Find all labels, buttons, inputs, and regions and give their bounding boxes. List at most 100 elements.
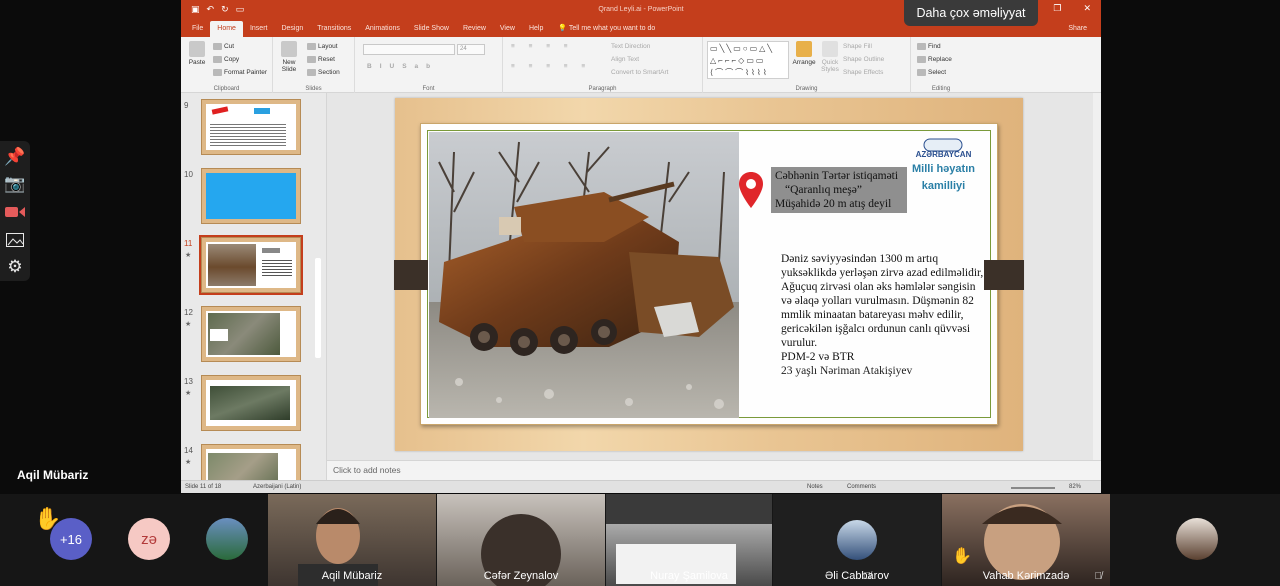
participant-tile[interactable]: Nuray Şamilova: [606, 494, 772, 586]
replace-button[interactable]: Replace: [917, 56, 952, 63]
thumbnail-card: [206, 104, 296, 150]
share-button[interactable]: Share: [1068, 21, 1101, 37]
destroyed-vehicle-photo[interactable]: [429, 132, 739, 418]
format-painter-button[interactable]: Format Painter: [213, 69, 267, 76]
thumbnail-slide-9[interactable]: 9: [181, 95, 321, 157]
select-button[interactable]: Select: [917, 69, 946, 76]
thumbnail-slide-13[interactable]: 13 ★: [181, 371, 321, 433]
clipboard-group-label: Clipboard: [213, 86, 240, 92]
arrange-label: Arrange: [792, 59, 816, 66]
shape-effects-button[interactable]: Shape Effects: [843, 69, 883, 76]
tab-slide-show[interactable]: Slide Show: [407, 21, 456, 37]
tab-home[interactable]: Home: [210, 21, 243, 37]
new-slide-button[interactable]: New Slide: [277, 41, 301, 73]
participant-tile[interactable]: ✋ Vahab Kərimzadə 🎙̸: [942, 494, 1110, 586]
mic-off-icon: 🎙̸: [1094, 571, 1103, 582]
tab-view[interactable]: View: [493, 21, 522, 37]
notes-pane[interactable]: Click to add notes: [327, 460, 1101, 480]
font-group: 24 BIUSab Font: [355, 37, 503, 93]
tell-me-label: Tell me what you want to do: [568, 25, 656, 32]
cut-button[interactable]: Cut: [213, 43, 234, 50]
shape-outline-button[interactable]: Shape Outline: [843, 56, 884, 63]
logo-line-2: kamilliyi: [921, 180, 966, 192]
tab-insert[interactable]: Insert: [243, 21, 275, 37]
current-slide[interactable]: Cəbhənin Tərtər istiqaməti “Qaranlıq meş…: [394, 98, 1024, 451]
video-icon[interactable]: [2, 198, 28, 226]
thumbnail-map: [210, 386, 290, 420]
gear-icon[interactable]: ⚙: [2, 253, 28, 281]
quick-styles-icon: [822, 41, 838, 57]
camera-icon[interactable]: 📷: [2, 171, 28, 199]
close-icon[interactable]: ✕: [1083, 3, 1091, 14]
drawing-group-label: Drawing: [795, 86, 818, 92]
thumbnail-map: [208, 453, 278, 480]
font-name-box[interactable]: [363, 44, 455, 55]
window-controls: ❐ ✕: [1053, 3, 1091, 14]
gallery-icon[interactable]: [2, 226, 28, 254]
reset-button[interactable]: Reset: [307, 56, 335, 63]
powerpoint-window: ▣ ↶ ↻ ▭ Qrand Leyli.ai - PowerPoint ❐ ✕ …: [181, 0, 1101, 493]
slide-vertical-scrollbar[interactable]: [1093, 93, 1101, 461]
thumbnail-slide-14[interactable]: 14 ★: [181, 440, 321, 480]
section-label: Section: [318, 69, 340, 77]
text-direction-button[interactable]: Text Direction: [611, 43, 650, 50]
participant-tile[interactable]: Əli Cabbarov 🎙̸: [773, 494, 941, 586]
thumbnail-label-box: [210, 329, 228, 341]
language-indicator[interactable]: Azerbaijani (Latin): [253, 484, 301, 490]
tab-help[interactable]: Help: [522, 21, 550, 37]
avatar[interactable]: zə: [128, 518, 170, 560]
thumbnail-slide-11[interactable]: 11 ★: [181, 233, 321, 295]
meeting-stage: 📌 📷 ⚙ Aqil Mübariz ▣ ↶ ↻ ▭ Qrand Leyli.a…: [0, 0, 1280, 586]
restore-icon[interactable]: ❐: [1053, 3, 1061, 14]
list-buttons[interactable]: ≡ ≡ ≡ ≡: [511, 43, 574, 50]
thumbnail-slide-12[interactable]: 12 ★: [181, 302, 321, 364]
tab-animations[interactable]: Animations: [358, 21, 407, 37]
arrange-button[interactable]: Arrange: [791, 41, 817, 66]
slide-counter: Slide 11 of 18: [185, 484, 222, 490]
zoom-slider[interactable]: [1011, 487, 1055, 489]
shapes-gallery[interactable]: ▭╲╲▭○▭△╲ △⌐⌐⌐◇▭▭ ⟨⌒⌒⌒⌇⌇⌇⌇: [707, 41, 789, 79]
zoom-level[interactable]: 82%: [1069, 484, 1081, 490]
layout-icon: [307, 43, 316, 50]
align-buttons[interactable]: ≡ ≡ ≡ ≡ ≡: [511, 63, 591, 70]
find-button[interactable]: Find: [917, 43, 941, 50]
logo-emblem-icon: [923, 138, 963, 152]
pin-icon[interactable]: 📌: [2, 143, 28, 171]
body-author: 23 yaşlı Nəriman Atakişiyev: [781, 365, 913, 377]
reset-label: Reset: [318, 56, 335, 64]
layout-button[interactable]: Layout: [307, 43, 338, 50]
thumbnail-image: [201, 444, 301, 480]
more-participants-badge[interactable]: +16: [50, 518, 92, 560]
comments-toggle[interactable]: Comments: [847, 484, 876, 490]
section-button[interactable]: Section: [307, 69, 340, 76]
location-callout[interactable]: Cəbhənin Tərtər istiqaməti “Qaranlıq meş…: [771, 167, 907, 213]
font-size-box[interactable]: 24: [457, 44, 485, 55]
thumbnail-text-lines: [210, 122, 286, 148]
participant-tile[interactable]: Cəfər Zeynalov: [437, 494, 605, 586]
thumbnail-slide-10[interactable]: 10: [181, 164, 321, 226]
replace-label: Replace: [928, 56, 952, 64]
tab-transitions[interactable]: Transitions: [310, 21, 358, 37]
tell-me-search[interactable]: 💡 Tell me what you want to do: [550, 21, 655, 37]
copy-button[interactable]: Copy: [213, 56, 239, 63]
avatar[interactable]: [1176, 518, 1218, 560]
slide-body-text[interactable]: Dəniz səviyyəsindən 1300 m artıq yuksəkl…: [781, 252, 986, 378]
select-label: Select: [928, 69, 947, 77]
align-text-button[interactable]: Align Text: [611, 56, 639, 63]
section-icon: [307, 69, 316, 76]
shape-fill-button[interactable]: Shape Fill: [843, 43, 872, 50]
thumbnail-photo: [208, 244, 256, 286]
avatar[interactable]: [206, 518, 248, 560]
notes-toggle[interactable]: Notes: [807, 484, 823, 490]
smartart-button[interactable]: Convert to SmartArt: [611, 69, 668, 76]
tab-file[interactable]: File: [185, 21, 210, 37]
font-format-buttons[interactable]: BIUSab: [367, 63, 438, 70]
tab-review[interactable]: Review: [456, 21, 493, 37]
paste-button[interactable]: Paste: [185, 41, 209, 66]
thumbnail-image: [201, 306, 301, 362]
participant-tile[interactable]: Aqil Mübariz: [268, 494, 436, 586]
quick-styles-button[interactable]: Quick Styles: [819, 41, 841, 73]
tab-design[interactable]: Design: [274, 21, 310, 37]
editing-group: Find Replace Select Editing: [911, 37, 971, 93]
thumbnails-scrollbar[interactable]: [315, 258, 321, 358]
